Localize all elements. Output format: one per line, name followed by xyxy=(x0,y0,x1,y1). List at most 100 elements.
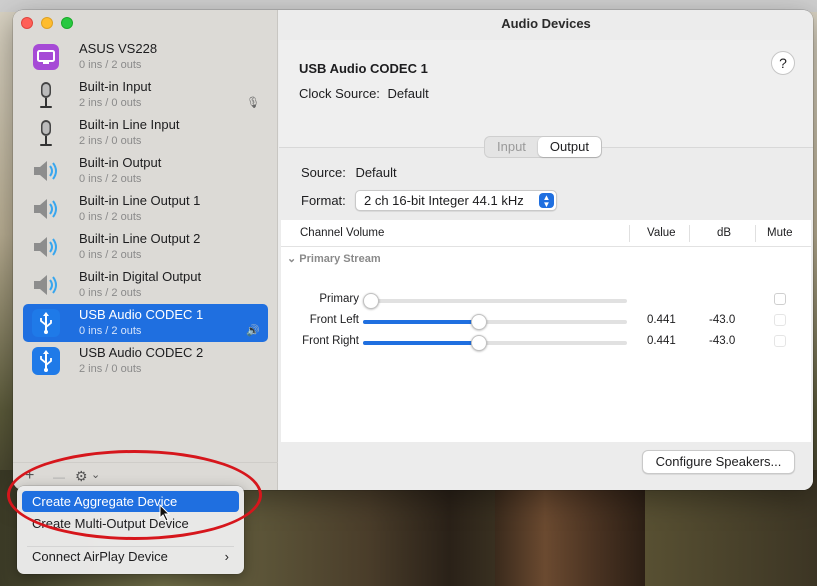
speaker-icon xyxy=(31,194,61,224)
source-value: Default xyxy=(355,165,397,180)
device-row[interactable]: ASUS VS228 0 ins / 2 outs xyxy=(23,38,268,76)
speaker-icon xyxy=(31,270,61,300)
device-row[interactable]: Built-in Output 0 ins / 2 outs xyxy=(23,152,268,190)
device-row[interactable]: USB Audio CODEC 2 2 ins / 0 outs xyxy=(23,342,268,380)
help-button[interactable]: ? xyxy=(771,51,795,75)
display-icon xyxy=(31,42,61,72)
device-row[interactable]: Built-in Digital Output 0 ins / 2 outs xyxy=(23,266,268,304)
column-db[interactable]: dB xyxy=(717,227,731,239)
format-select[interactable]: 2 ch 16-bit Integer 44.1 kHz ▲ ▼ xyxy=(355,190,557,211)
zoom-window-button[interactable] xyxy=(61,17,73,29)
column-channel-volume[interactable]: Channel Volume xyxy=(300,227,384,239)
device-sidebar: ASUS VS228 0 ins / 2 outs Built-in Input 2 … xyxy=(13,10,278,490)
device-io-count: 0 ins / 2 outs xyxy=(79,325,142,337)
channel-value: 0.441 xyxy=(647,335,676,347)
device-name: ASUS VS228 xyxy=(79,41,158,56)
usb-icon xyxy=(31,308,61,338)
primary-stream-group[interactable]: ⌄ Primary Stream xyxy=(287,252,381,265)
channel-name: Primary xyxy=(319,293,359,305)
volume-slider[interactable] xyxy=(363,293,627,309)
device-io-count: 0 ins / 2 outs xyxy=(79,211,142,223)
clock-source-value: Default xyxy=(387,86,429,101)
volume-slider-fill xyxy=(363,320,480,324)
volume-slider[interactable] xyxy=(363,335,627,351)
configure-speakers-button[interactable]: Configure Speakers... xyxy=(642,450,795,474)
channel-name: Front Right xyxy=(302,335,359,347)
menu-item-connect-airplay-device[interactable]: Connect AirPlay Device › xyxy=(22,546,239,567)
speaker-volume-icon: 🔊 xyxy=(246,325,260,337)
column-mute[interactable]: Mute xyxy=(767,227,793,239)
source-label: Source: xyxy=(301,165,346,180)
microphone-indicator-icon: 🎙 xyxy=(246,97,260,109)
microphone-icon xyxy=(31,118,61,148)
device-io-count: 2 ins / 0 outs xyxy=(79,135,142,147)
mute-checkbox[interactable] xyxy=(774,335,786,347)
table-header: Channel Volume Value dB Mute xyxy=(281,220,811,247)
group-label: Primary Stream xyxy=(299,253,381,265)
annotation-circle xyxy=(7,450,262,540)
volume-slider-fill xyxy=(363,341,480,345)
channel-volume-table: Channel Volume Value dB Mute ⌄ Primary S… xyxy=(281,220,811,442)
column-value[interactable]: Value xyxy=(647,227,676,239)
minimize-window-button[interactable] xyxy=(41,17,53,29)
input-output-segmented-control: Input Output xyxy=(484,136,602,158)
device-row[interactable]: Built-in Line Output 2 0 ins / 2 outs xyxy=(23,228,268,266)
device-name: USB Audio CODEC 2 xyxy=(79,345,204,360)
device-name: USB Audio CODEC 1 xyxy=(79,307,204,322)
channel-db: -43.0 xyxy=(709,314,736,326)
audio-devices-window: ASUS VS228 0 ins / 2 outs Built-in Input 2 … xyxy=(13,10,813,490)
format-label: Format: xyxy=(301,193,346,208)
table-row: Primary xyxy=(281,290,811,310)
channel-value: 0.441 xyxy=(647,314,676,326)
device-name: Built-in Output xyxy=(79,155,162,170)
device-io-count: 0 ins / 2 outs xyxy=(79,249,142,261)
format-value: 2 ch 16-bit Integer 44.1 kHz xyxy=(364,193,524,208)
close-window-button[interactable] xyxy=(21,17,33,29)
chevron-right-icon: › xyxy=(224,549,229,564)
speaker-icon xyxy=(31,232,61,262)
mute-checkbox[interactable] xyxy=(774,314,786,326)
table-row: Front Right 0.441 -43.0 xyxy=(281,332,811,352)
column-divider xyxy=(689,225,690,242)
device-row[interactable]: Built-in Line Input 2 ins / 0 outs xyxy=(23,114,268,152)
tab-input[interactable]: Input xyxy=(485,137,538,157)
volume-slider-knob[interactable] xyxy=(363,293,379,309)
device-row[interactable]: Built-in Input 2 ins / 0 outs 🎙 xyxy=(23,76,268,114)
usb-icon xyxy=(31,346,61,376)
clock-source-label: Clock Source: xyxy=(299,86,380,101)
device-io-count: 0 ins / 2 outs xyxy=(79,287,142,299)
device-detail-pane: Audio Devices ? USB Audio CODEC 1 Clock … xyxy=(279,10,813,490)
device-io-count: 0 ins / 2 outs xyxy=(79,173,142,185)
chevron-down-icon: ⌄ xyxy=(287,253,297,265)
volume-slider-knob[interactable] xyxy=(471,335,488,351)
channel-name: Front Left xyxy=(309,314,359,326)
device-row[interactable]: USB Audio CODEC 1 0 ins / 2 outs 🔊 xyxy=(23,304,268,342)
device-io-count: 2 ins / 0 outs xyxy=(79,97,142,109)
speaker-icon xyxy=(31,156,61,186)
menu-item-label: Connect AirPlay Device xyxy=(32,549,168,564)
device-name: Built-in Line Output 1 xyxy=(79,193,201,208)
device-io-count: 2 ins / 0 outs xyxy=(79,363,142,375)
device-name: Built-in Line Input xyxy=(79,117,180,132)
mute-checkbox[interactable] xyxy=(774,293,786,305)
volume-slider[interactable] xyxy=(363,314,627,330)
source-row: Source: Default xyxy=(301,165,397,180)
mouse-pointer-icon xyxy=(159,504,171,522)
volume-slider-knob[interactable] xyxy=(471,314,488,330)
column-divider xyxy=(629,225,630,242)
clock-source: Clock Source: Default xyxy=(299,86,429,101)
select-arrows-icon: ▲ ▼ xyxy=(539,193,554,209)
device-title: USB Audio CODEC 1 xyxy=(299,61,428,76)
channel-db: -43.0 xyxy=(709,335,736,347)
microphone-icon xyxy=(31,80,61,110)
column-divider xyxy=(755,225,756,242)
table-row: Front Left 0.441 -43.0 xyxy=(281,311,811,331)
device-io-count: 0 ins / 2 outs xyxy=(79,59,142,71)
window-title: Audio Devices xyxy=(501,16,591,31)
device-list: ASUS VS228 0 ins / 2 outs Built-in Input 2 … xyxy=(23,38,268,380)
device-name: Built-in Digital Output xyxy=(79,269,202,284)
device-row[interactable]: Built-in Line Output 1 0 ins / 2 outs xyxy=(23,190,268,228)
device-name: Built-in Line Output 2 xyxy=(79,231,201,246)
tab-output[interactable]: Output xyxy=(537,137,601,157)
device-name: Built-in Input xyxy=(79,79,152,94)
